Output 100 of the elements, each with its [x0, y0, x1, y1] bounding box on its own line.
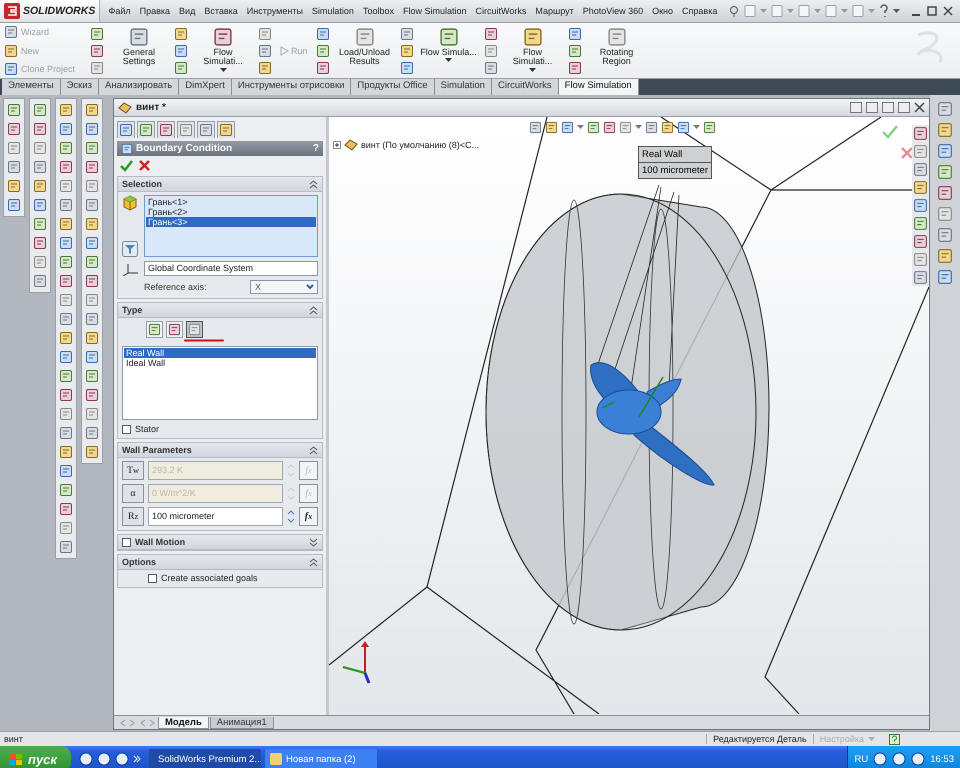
tool-icon[interactable] — [59, 426, 73, 440]
tool-icon[interactable] — [85, 388, 99, 402]
tool-icon[interactable] — [33, 179, 47, 193]
close-icon[interactable] — [942, 5, 954, 17]
tab[interactable]: Модель — [158, 716, 209, 728]
wall-type-list[interactable]: Real Wall Ideal Wall — [122, 346, 318, 420]
tool-icon[interactable] — [484, 44, 498, 58]
tool-icon[interactable] — [400, 44, 414, 58]
toolbar-button[interactable]: Flow Simula... — [420, 25, 478, 76]
app-icon[interactable] — [115, 752, 129, 766]
tool-icon[interactable] — [33, 160, 47, 174]
tool-icon[interactable] — [90, 44, 104, 58]
maximize-button[interactable] — [898, 102, 910, 113]
tray-icon[interactable] — [911, 752, 926, 766]
side-tool-icon[interactable] — [913, 216, 928, 231]
tool-icon[interactable] — [316, 44, 330, 58]
view-tool-icon[interactable] — [561, 121, 574, 134]
tool-icon[interactable] — [59, 445, 73, 459]
tool-icon[interactable] — [85, 198, 99, 212]
maximize-icon[interactable] — [926, 5, 938, 17]
tool-icon[interactable] — [85, 407, 99, 421]
tool-icon[interactable] — [90, 26, 104, 40]
tray-icon[interactable] — [892, 752, 906, 766]
checkbox[interactable] — [122, 538, 131, 546]
view-tool-icon[interactable] — [529, 121, 542, 134]
tool-icon[interactable] — [59, 236, 73, 250]
tool-icon[interactable] — [33, 198, 47, 212]
tab[interactable]: Анализировать — [99, 79, 180, 95]
panel-tab[interactable] — [217, 121, 235, 138]
view-tool-icon[interactable] — [677, 121, 690, 134]
parameter-field[interactable]: 100 micrometer — [148, 507, 283, 526]
section-header[interactable]: Type — [118, 303, 322, 318]
tool-icon[interactable] — [174, 60, 188, 74]
collapse-chevron-icon[interactable] — [309, 306, 318, 314]
tool-icon[interactable] — [7, 103, 21, 117]
menu-item[interactable]: Flow Simulation — [398, 4, 472, 18]
list-item[interactable]: Грань<2> — [146, 207, 316, 217]
tab[interactable]: Продукты Office — [351, 79, 435, 95]
tile-button[interactable] — [850, 102, 862, 113]
menu-item[interactable]: Файл — [104, 4, 136, 18]
tool-icon[interactable] — [400, 60, 414, 74]
panel-tab[interactable] — [197, 121, 215, 138]
tool-icon[interactable] — [85, 103, 99, 117]
tool-icon[interactable] — [59, 179, 73, 193]
tool-icon[interactable] — [59, 312, 73, 326]
tool-icon[interactable] — [174, 44, 188, 58]
tool-icon[interactable] — [33, 274, 47, 288]
tab[interactable]: Элементы — [2, 79, 61, 95]
tab[interactable]: Simulation — [434, 79, 492, 95]
side-tool-icon[interactable] — [913, 252, 928, 267]
list-item[interactable]: Real Wall — [124, 348, 316, 358]
side-tool-icon[interactable] — [913, 126, 928, 141]
tab[interactable]: DimXpert — [179, 79, 232, 95]
menu-item[interactable]: CircuitWorks — [471, 4, 531, 18]
tool-icon[interactable] — [59, 388, 73, 402]
section-header[interactable]: Options — [118, 555, 322, 570]
tool-icon[interactable] — [174, 26, 188, 40]
tool-icon[interactable] — [568, 44, 582, 58]
tool-icon[interactable] — [7, 179, 21, 193]
checkbox[interactable] — [122, 424, 131, 434]
confirm-check-icon[interactable] — [882, 125, 898, 139]
tool-icon[interactable] — [59, 502, 73, 516]
tool-icon[interactable] — [59, 369, 73, 383]
tool-icon[interactable] — [85, 160, 99, 174]
tool-icon[interactable] — [33, 122, 47, 136]
tool-icon[interactable] — [400, 26, 414, 40]
tool-icon[interactable] — [568, 60, 582, 74]
tool-icon[interactable] — [59, 407, 73, 421]
tool-icon[interactable] — [85, 312, 99, 326]
tool-icon[interactable] — [258, 60, 272, 74]
tool-icon[interactable] — [85, 179, 99, 193]
tool-icon[interactable] — [316, 60, 330, 74]
tool-icon[interactable] — [85, 445, 99, 459]
view-tool-icon[interactable] — [587, 121, 600, 134]
expand-icon[interactable] — [333, 141, 341, 149]
task-pane-icon[interactable] — [937, 164, 953, 180]
tool-icon[interactable] — [59, 483, 73, 497]
menu-item[interactable]: Вставка — [200, 4, 242, 18]
list-item[interactable]: Грань<1> — [146, 197, 316, 207]
help-icon[interactable] — [889, 734, 900, 744]
tool-icon[interactable] — [85, 141, 99, 155]
expand-chevron-icon[interactable] — [309, 538, 318, 546]
side-tool-icon[interactable] — [913, 198, 928, 213]
task-pane-icon[interactable] — [937, 269, 953, 285]
task-pane-icon[interactable] — [937, 185, 953, 201]
tool-icon[interactable] — [33, 217, 47, 231]
tool-icon[interactable] — [59, 293, 73, 307]
minimize-button[interactable] — [882, 102, 894, 113]
panel-tab[interactable] — [177, 121, 195, 138]
type-button[interactable] — [186, 321, 203, 338]
spinner-icon[interactable] — [287, 508, 295, 525]
tab[interactable]: Эскиз — [60, 79, 99, 95]
menu-item[interactable]: Справка — [678, 4, 722, 18]
tab[interactable]: Flow Simulation — [558, 79, 639, 95]
filter-icon[interactable] — [122, 241, 138, 257]
tool-icon[interactable] — [59, 141, 73, 155]
menu-item[interactable]: Правка — [135, 4, 175, 18]
tool-icon[interactable] — [85, 331, 99, 345]
tool-icon[interactable] — [59, 122, 73, 136]
tool-icon[interactable] — [59, 540, 73, 554]
